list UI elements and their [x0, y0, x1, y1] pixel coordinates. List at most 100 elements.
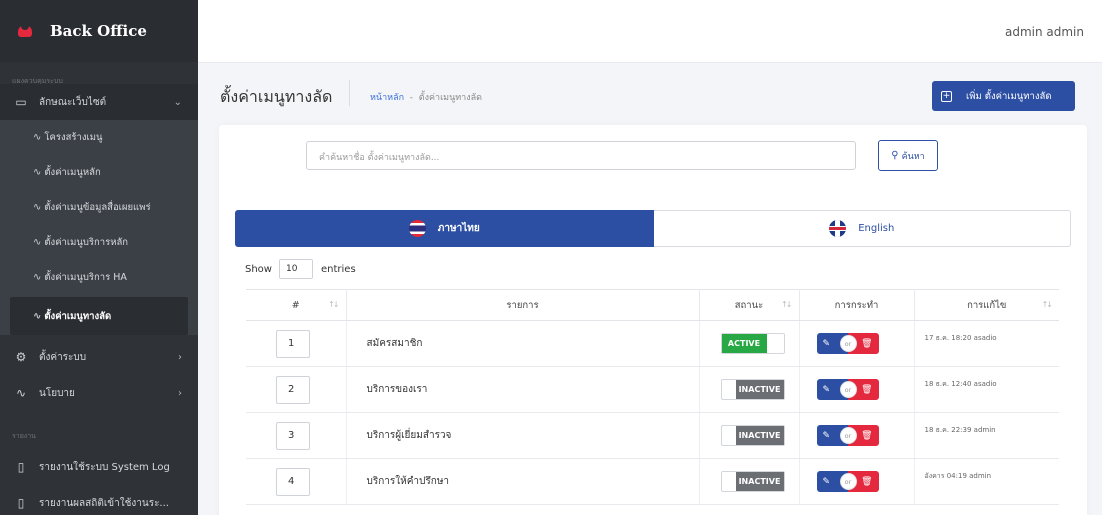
add-shortcut-label: เพิ่ม ตั้งค่าเมนูทางลัด [966, 90, 1052, 102]
table-row: 1 สมัครสมาชิก ACTIVE ✎ or 🗑 17 ธ.ค. 18:20 … [246, 320, 1059, 367]
thai-flag-icon [408, 220, 426, 237]
column-header-label: สถานะ [734, 299, 764, 311]
breadcrumb-current: ตั้งค่าเมนูทางลัด [418, 93, 482, 103]
sidebar-item-website[interactable]: ▭ ลักษณะเว็บไซต์ ⌄ [0, 84, 198, 120]
tab-english[interactable]: English [653, 210, 1071, 247]
sidebar-subitem-label: ตั้งค่าเมนูบริการหลัก [44, 237, 129, 248]
or-divider: or [839, 381, 857, 398]
sidebar-item-settings[interactable]: ⚙ ตั้งค่าระบบ › [0, 339, 198, 375]
column-header-status[interactable]: สถานะ ↑↓ [699, 289, 800, 321]
table-row: 2 บริการของเรา INACTIVE ✎ or 🗑 18 ธ.ค. 12:… [246, 366, 1059, 413]
entries-label: entries [320, 263, 356, 275]
clipboard-icon: ▯ [17, 496, 25, 510]
sidebar-subitem-shortcut-menu[interactable]: ∿ ตั้งค่าเมนูทางลัด [10, 297, 188, 335]
sidebar-subitem-label: ตั้งค่าเมนูบริการ HA [44, 272, 127, 283]
sidebar-item-usage-stats[interactable]: ▯ รายงานผลสถิติเข้าใช้งานระ... [0, 485, 198, 515]
sidebar-item-label: ตั้งค่าระบบ [39, 351, 87, 363]
edited-info: 18 ธ.ค. 12:40 asadio [914, 366, 1059, 413]
pulse-icon: ∿ [33, 132, 42, 143]
column-header-item[interactable]: รายการ [346, 289, 700, 321]
brand[interactable]: Back Office [0, 0, 198, 62]
order-input[interactable]: 3 [276, 421, 310, 450]
tab-thai-label: ภาษาไทย [437, 223, 480, 234]
tab-english-label: English [858, 223, 895, 234]
sidebar-submenu: ∿ โครงสร้างเมนู ∿ ตั้งค่าเมนูหลัก ∿ ตั้งค่า… [0, 120, 198, 335]
column-header-label: รายการ [506, 299, 539, 311]
chevron-down-icon: ⌄ [173, 96, 182, 108]
search-icon: ⚲ [891, 150, 899, 161]
sidebar-item-system-log[interactable]: ▯ รายงานใช้ระบบ System Log [0, 449, 198, 485]
table-row: 4 บริการให้คำปรึกษา INACTIVE ✎ or 🗑 อังคาร… [246, 458, 1059, 505]
search-input[interactable]: คำค้นหาชื่อ ตั้งค่าเมนูทางลัด... [306, 141, 856, 170]
brand-title: Back Office [50, 22, 147, 40]
status-toggle[interactable]: INACTIVE [720, 471, 785, 492]
status-toggle[interactable]: INACTIVE [720, 425, 785, 446]
sidebar: Back Office แผงควบคุมระบบ ▭ ลักษณะเว็บไซ… [0, 0, 198, 515]
user-menu[interactable]: admin admin [1005, 25, 1084, 39]
pulse-icon: ∿ [33, 237, 42, 248]
sidebar-section-report: รายงาน [12, 432, 36, 440]
column-header-edited[interactable]: การแก้ไข ↑↓ [914, 289, 1059, 321]
chevron-right-icon: › [178, 387, 182, 399]
order-input[interactable]: 2 [276, 375, 310, 404]
sidebar-subitem-service-menu[interactable]: ∿ ตั้งค่าเมนูบริการหลัก [0, 225, 198, 260]
pulse-icon: ∿ [33, 272, 42, 283]
breadcrumb: หน้าหลัก - ตั้งค่าเมนูทางลัด [370, 90, 482, 104]
status-label: INACTIVE [735, 426, 784, 445]
sidebar-subitem-main-menu[interactable]: ∿ ตั้งค่าเมนูหลัก [0, 155, 198, 190]
sidebar-subitem-media-menu[interactable]: ∿ ตั้งค่าเมนูข้อมูลสื่อเผยแพร่ [0, 190, 198, 225]
status-toggle[interactable]: INACTIVE [720, 379, 785, 400]
brand-logo-icon [18, 25, 32, 37]
or-divider: or [839, 473, 857, 490]
status-label: INACTIVE [735, 472, 784, 491]
sidebar-item-policy[interactable]: ∿ นโยบาย › [0, 375, 198, 411]
sidebar-subitem-ha-menu[interactable]: ∿ ตั้งค่าเมนูบริการ HA [0, 260, 198, 295]
sidebar-item-label: รายงานผลสถิติเข้าใช้งานระ... [39, 497, 169, 509]
pulse-icon: ∿ [33, 167, 42, 178]
gear-icon: ⚙ [15, 350, 27, 364]
sort-icon: ↑↓ [328, 300, 339, 309]
or-divider: or [839, 427, 857, 444]
status-label: ACTIVE [721, 334, 767, 353]
action-buttons: ✎ or 🗑 [816, 379, 879, 400]
action-buttons: ✎ or 🗑 [816, 333, 879, 354]
pulse-icon: ∿ [33, 310, 42, 322]
search-button[interactable]: ⚲ ค้นหา [878, 140, 938, 171]
action-buttons: ✎ or 🗑 [816, 425, 879, 446]
uk-flag-icon [829, 220, 847, 237]
status-toggle[interactable]: ACTIVE [720, 333, 785, 354]
show-label: Show [245, 263, 272, 275]
status-label: INACTIVE [735, 380, 784, 399]
sort-icon: ↑↓ [1041, 300, 1053, 309]
table-row: 3 บริการผู้เยี่ยมสำรวจ INACTIVE ✎ or 🗑 18 … [246, 412, 1059, 459]
shortcut-table: # ↑↓ รายการ สถานะ ↑↓ การกระทำ การแก้ไข ↑↓ 1… [246, 289, 1059, 505]
sort-icon: ↑↓ [781, 300, 792, 309]
sidebar-subitem-menu-structure[interactable]: ∿ โครงสร้างเมนู [0, 120, 198, 155]
or-divider: or [839, 335, 857, 352]
sidebar-item-label: ลักษณะเว็บไซต์ [39, 96, 107, 108]
breadcrumb-separator: - [409, 93, 414, 103]
entries-select[interactable]: 10 [278, 259, 313, 279]
edited-info: 18 ธ.ค. 22:39 admin [914, 412, 1059, 459]
edited-info: 17 ธ.ค. 18:20 asadio [914, 320, 1059, 367]
page-title: ตั้งค่าเมนูทางลัด [220, 87, 333, 106]
item-name: สมัครสมาชิก [346, 320, 700, 367]
order-input[interactable]: 1 [276, 329, 310, 358]
column-header-number[interactable]: # ↑↓ [246, 289, 347, 321]
column-header-label: การกระทำ [834, 299, 879, 311]
sidebar-subitem-label: ตั้งค่าเมนูทางลัด [44, 310, 112, 322]
add-shortcut-button[interactable]: + เพิ่ม ตั้งค่าเมนูทางลัด [932, 81, 1075, 111]
monitor-icon: ▭ [15, 95, 27, 109]
edited-info: อังคาร 04:19 admin [914, 458, 1059, 505]
language-tabs: ภาษาไทย English [235, 210, 1071, 247]
breadcrumb-home-link[interactable]: หน้าหลัก [370, 93, 404, 103]
show-entries: Show 10 entries [245, 259, 356, 279]
title-divider [349, 80, 350, 106]
search-button-label: ค้นหา [901, 151, 925, 162]
chevron-right-icon: › [178, 351, 182, 363]
order-input[interactable]: 4 [276, 467, 310, 496]
plus-square-icon: + [941, 90, 952, 102]
topbar: admin admin [198, 0, 1102, 63]
tab-thai[interactable]: ภาษาไทย [235, 210, 654, 247]
table-header-row: # ↑↓ รายการ สถานะ ↑↓ การกระทำ การแก้ไข ↑↓ [246, 289, 1059, 321]
